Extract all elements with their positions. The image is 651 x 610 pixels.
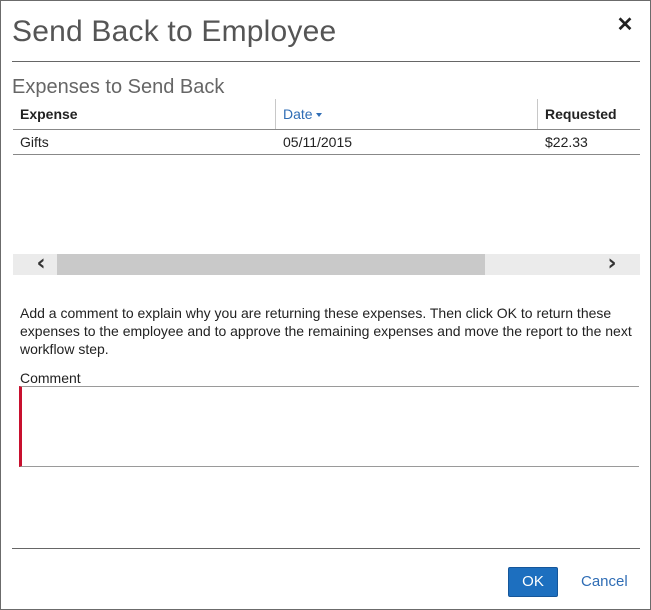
cell-expense: Gifts [20,134,49,150]
caret-down-icon [315,113,322,118]
title-divider [12,61,640,62]
close-icon[interactable]: ✕ [613,13,637,37]
column-header-date-label: Date [283,106,313,122]
section-title: Expenses to Send Back [12,76,225,98]
comment-label: Comment [20,370,81,386]
cancel-button[interactable]: Cancel [581,573,628,590]
scroll-left-icon[interactable]: ‹ [26,253,56,275]
instructions-text: Add a comment to explain why you are ret… [20,305,632,357]
column-header-expense[interactable]: Expense [20,99,78,129]
column-header-requested[interactable]: Requested [537,99,617,129]
ok-button[interactable]: OK [508,567,558,597]
table-header: Expense Date Requested [13,99,640,130]
comment-field[interactable] [19,386,639,467]
dialog-title: Send Back to Employee [12,15,337,48]
cell-date: 05/11/2015 [283,134,353,150]
horizontal-scrollbar[interactable]: ‹ › [13,253,640,275]
send-back-dialog: Send Back to Employee ✕ Expenses to Send… [0,0,651,610]
expenses-table: Expense Date Requested Gifts 05/11/2015 … [13,99,640,155]
scrollbar-thumb[interactable] [57,254,485,275]
column-header-date[interactable]: Date [275,99,322,129]
scroll-right-icon[interactable]: › [597,253,627,275]
cell-requested: $22.33 [545,134,588,150]
table-row[interactable]: Gifts 05/11/2015 $22.33 [13,130,640,155]
footer-divider [12,548,640,549]
